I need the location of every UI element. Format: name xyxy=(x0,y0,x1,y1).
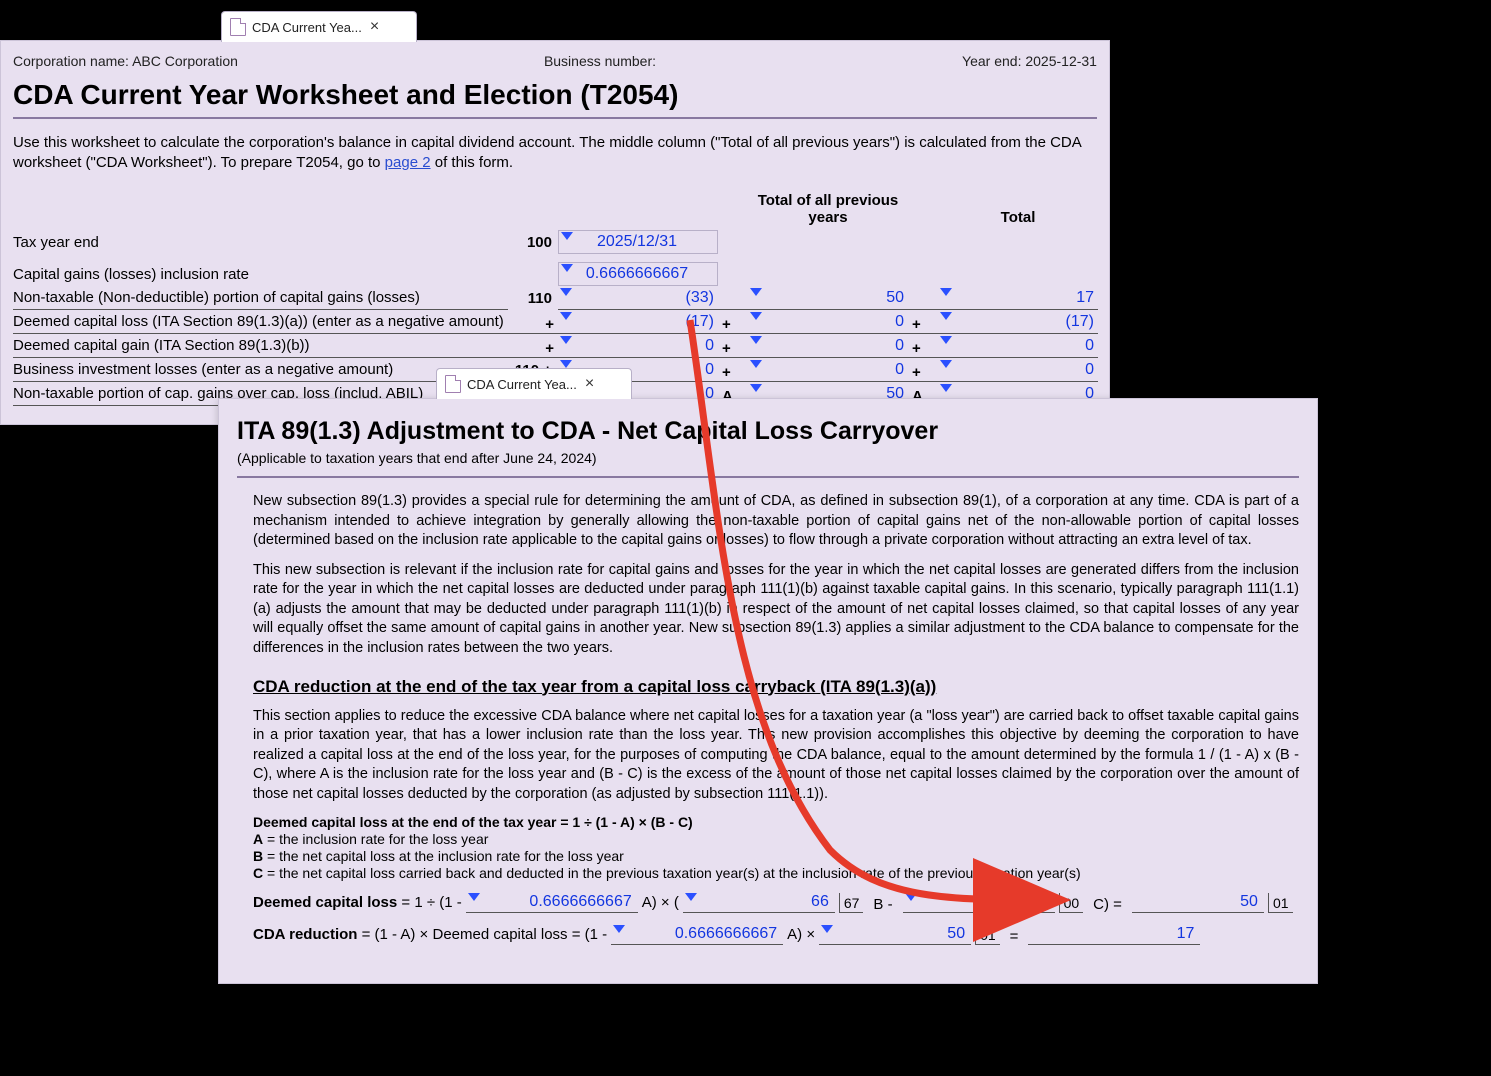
col-header-previous: Total of all previous years xyxy=(748,192,908,230)
paragraph-2: This new subsection is relevant if the i… xyxy=(253,561,1299,659)
field-A2[interactable]: 0.6666666667 xyxy=(611,923,783,945)
field-bil-c3[interactable]: 0 xyxy=(938,359,1098,382)
panel-cda-worksheet: Corporation name: ABC Corporation Busine… xyxy=(0,40,1110,425)
col-header-total: Total xyxy=(938,209,1098,230)
field-deemed-loss-c1[interactable]: (17) xyxy=(558,311,718,334)
field-inclusion-rate[interactable]: 0.6666666667 xyxy=(558,262,718,286)
row-tax-year-end: Tax year end xyxy=(13,234,508,254)
field-result-2: 17 xyxy=(1028,923,1200,945)
field-deemed-loss-c3[interactable]: (17) xyxy=(938,311,1098,334)
field-B[interactable]: 66 xyxy=(683,891,835,913)
section-subtitle: (Applicable to taxation years that end a… xyxy=(237,450,1299,466)
section-title: ITA 89(1.3) Adjustment to CDA - Net Capi… xyxy=(237,417,1299,446)
field-result-1: 50 xyxy=(1132,891,1264,913)
legend-B: B = the net capital loss at the inclusio… xyxy=(253,848,1299,864)
field-D[interactable]: 50 xyxy=(819,923,971,945)
divider xyxy=(13,117,1097,119)
row-inclusion-rate: Capital gains (losses) inclusion rate xyxy=(13,263,508,286)
paragraph-3: This section applies to reduce the exces… xyxy=(253,707,1299,805)
field-bil-c2[interactable]: 0 xyxy=(748,359,908,382)
page-title: CDA Current Year Worksheet and Election … xyxy=(13,79,1097,111)
tab-label: CDA Current Yea... xyxy=(252,20,362,35)
panel-ita-adjustment: ITA 89(1.3) Adjustment to CDA - Net Capi… xyxy=(218,398,1318,984)
subsection-heading: CDA reduction at the end of the tax year… xyxy=(253,677,1299,697)
field-nontax-c2[interactable]: 50 xyxy=(748,287,908,310)
corp-name: Corporation name: ABC Corporation xyxy=(13,53,238,69)
page-2-link[interactable]: page 2 xyxy=(385,154,431,171)
intro-text: Use this worksheet to calculate the corp… xyxy=(13,133,1097,174)
business-number-label: Business number: xyxy=(544,53,656,69)
row-deemed-loss: Deemed capital loss (ITA Section 89(1.3)… xyxy=(13,310,508,334)
paragraph-1: New subsection 89(1.3) provides a specia… xyxy=(253,492,1299,551)
divider xyxy=(237,476,1299,478)
field-nontax-c1[interactable]: (33) xyxy=(558,287,718,310)
close-icon[interactable]: × xyxy=(368,19,381,35)
field-D-cents: 01 xyxy=(975,925,1000,945)
field-A[interactable]: 0.6666666667 xyxy=(466,891,638,913)
row-bil: Business investment losses (enter as a n… xyxy=(13,358,508,382)
field-C-cents: 00 xyxy=(1059,893,1084,913)
calc-cda-reduction: CDA reduction = (1 - A) × Deemed capital… xyxy=(253,923,1299,945)
field-nontax-c3[interactable]: 17 xyxy=(938,287,1098,310)
row-deemed-gain: Deemed capital gain (ITA Section 89(1.3)… xyxy=(13,334,508,358)
document-icon xyxy=(445,375,461,393)
tab-cda-current-year-2[interactable]: CDA Current Yea... × xyxy=(436,368,632,399)
legend-A: A = the inclusion rate for the loss year xyxy=(253,831,1299,847)
field-tax-year-end[interactable]: 2025/12/31 xyxy=(558,230,718,254)
tab-cda-current-year-1[interactable]: CDA Current Yea... × xyxy=(221,11,417,42)
year-end: Year end: 2025-12-31 xyxy=(962,53,1097,69)
field-B-cents: 67 xyxy=(839,893,864,913)
legend-C: C = the net capital loss carried back an… xyxy=(253,865,1299,881)
tab-label: CDA Current Yea... xyxy=(467,377,577,392)
close-icon[interactable]: × xyxy=(583,376,596,392)
field-result-1-cents: 01 xyxy=(1268,893,1293,913)
field-C[interactable]: 50 xyxy=(903,891,1055,913)
document-icon xyxy=(230,18,246,36)
row-nontaxable-portion: Non-taxable (Non-deductible) portion of … xyxy=(13,286,508,310)
field-deemed-loss-c2[interactable]: 0 xyxy=(748,311,908,334)
field-deemed-gain-c1[interactable]: 0 xyxy=(558,335,718,358)
formula-heading: Deemed capital loss at the end of the ta… xyxy=(253,814,1299,830)
field-deemed-gain-c3[interactable]: 0 xyxy=(938,335,1098,358)
field-deemed-gain-c2[interactable]: 0 xyxy=(748,335,908,358)
calc-deemed-capital-loss: Deemed capital loss = 1 ÷ (1 - 0.6666666… xyxy=(253,891,1299,913)
